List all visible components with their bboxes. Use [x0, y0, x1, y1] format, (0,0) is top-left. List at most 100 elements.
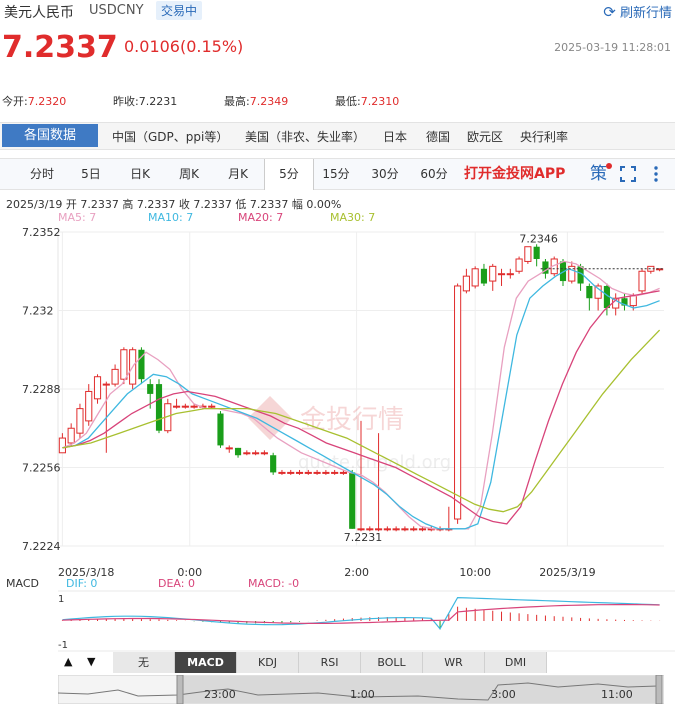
- candle-body: [349, 472, 356, 529]
- x-axis-labels: 2025/3/18 0:00 2:00 10:00 2025/3/19: [58, 566, 596, 579]
- watermark: 金投行情 quote.cngold.org: [248, 396, 451, 473]
- fullscreen-icon[interactable]: [620, 166, 636, 186]
- candle-body: [181, 405, 189, 408]
- max-price-label: 7.2346: [519, 233, 558, 246]
- candle: [217, 411, 224, 448]
- candle: [67, 423, 75, 446]
- range-navigator[interactable]: 23:00 1:00 3:00 11:00: [58, 675, 664, 704]
- candle-body: [93, 376, 102, 400]
- timestamp: 2025-03-19 11:28:01: [554, 41, 671, 54]
- candle: [647, 265, 655, 274]
- nav-central-bank-rate[interactable]: 央行利率: [520, 128, 568, 145]
- candle: [638, 268, 646, 294]
- tab-monthly[interactable]: 月K: [214, 159, 262, 189]
- indicator-none[interactable]: 无: [113, 652, 175, 673]
- scroll-up-arrow[interactable]: ▲: [64, 655, 72, 668]
- candle: [621, 293, 628, 311]
- price-change: 0.0106(0.15%): [124, 37, 244, 56]
- nav-usa[interactable]: 美国（非农、失业率）: [245, 128, 365, 145]
- candle: [515, 256, 523, 274]
- candle-body: [524, 246, 532, 262]
- tab-60min[interactable]: 60分: [410, 159, 458, 189]
- tab-5min[interactable]: 5分: [264, 159, 314, 190]
- nav-japan[interactable]: 日本: [383, 128, 407, 145]
- candle: [497, 268, 506, 286]
- candle-body: [515, 258, 523, 272]
- candle: [445, 506, 453, 532]
- tab-weekly[interactable]: 周K: [165, 159, 213, 189]
- scroll-down-arrow[interactable]: ▼: [87, 655, 95, 668]
- y-tick-label: 7.2224: [22, 540, 61, 553]
- candle-body: [366, 528, 374, 531]
- x-tick-label: 2:00: [344, 566, 369, 579]
- candle: [533, 244, 540, 267]
- min-price-label: 7.2231: [344, 531, 383, 544]
- nav-china[interactable]: 中国（GDP、ppi等）: [112, 128, 228, 145]
- candle-body: [383, 528, 391, 531]
- candle-body: [147, 384, 154, 394]
- macd-chart[interactable]: 1 -1: [0, 590, 675, 652]
- candle-body: [190, 405, 198, 408]
- status-badge: 交易中: [156, 1, 203, 20]
- candle-body: [243, 452, 251, 455]
- nav-eurozone[interactable]: 欧元区: [467, 128, 503, 145]
- indicator-kdj[interactable]: KDJ: [237, 652, 299, 673]
- navigator-window: [180, 676, 660, 703]
- candle-body: [304, 471, 312, 474]
- kline-chart[interactable]: 金投行情 quote.cngold.org 7.23527.2327.22887…: [0, 224, 675, 584]
- refresh-button[interactable]: ⟳ 刷新行情: [603, 2, 672, 21]
- candle: [129, 347, 137, 389]
- refresh-icon: ⟳: [603, 3, 616, 21]
- candle-body: [533, 246, 540, 259]
- dea-label: DEA: 0: [158, 577, 195, 590]
- ma20-label: MA20: 7: [238, 211, 284, 224]
- candle: [270, 452, 277, 475]
- stat-open-value: 7.2320: [27, 95, 67, 108]
- ma30-label: MA30: 7: [330, 211, 376, 224]
- candle: [243, 450, 251, 456]
- strategy-label: 策: [590, 164, 607, 184]
- tab-15min[interactable]: 15分: [312, 159, 360, 189]
- stat-low: 最低:7.2310: [335, 93, 399, 109]
- macd-value-label: MACD: -0: [248, 577, 300, 590]
- tab-30min[interactable]: 30分: [361, 159, 409, 189]
- indicator-wr[interactable]: WR: [423, 652, 485, 673]
- open-app-link[interactable]: 打开金投网APP: [464, 159, 565, 189]
- tab-5day[interactable]: 5日: [67, 159, 115, 189]
- candle: [506, 268, 514, 279]
- refresh-label: 刷新行情: [619, 6, 672, 21]
- candle-body: [462, 275, 470, 292]
- candle: [155, 379, 163, 434]
- nav-germany[interactable]: 德国: [426, 128, 450, 145]
- indicator-macd[interactable]: MACD: [175, 652, 237, 673]
- dif-line: [62, 596, 660, 630]
- stat-low-label: 最低:: [335, 95, 361, 108]
- nav-country-data[interactable]: 各国数据: [2, 124, 98, 147]
- tab-daily[interactable]: 日K: [116, 159, 164, 189]
- candle-body: [270, 455, 277, 473]
- strategy-button[interactable]: 策: [590, 159, 612, 189]
- candle: [612, 293, 620, 316]
- candle-body: [287, 471, 295, 474]
- y-axis-labels: 7.2352 7.232 7.2288 7.2256 7.2224: [22, 226, 61, 553]
- stat-low-value: 7.2310: [360, 95, 400, 108]
- more-options-icon[interactable]: [652, 166, 660, 186]
- tab-intraday[interactable]: 分时: [18, 159, 66, 189]
- stat-high-value: 7.2349: [249, 95, 289, 108]
- watermark-cn: 金投行情: [300, 405, 404, 435]
- candle: [524, 246, 532, 264]
- x-tick-label: 10:00: [459, 566, 491, 579]
- candle-body: [58, 437, 66, 454]
- candle: [489, 263, 497, 291]
- indicator-boll[interactable]: BOLL: [361, 652, 423, 673]
- candle: [568, 261, 576, 284]
- candle: [401, 526, 409, 532]
- candle: [252, 450, 260, 456]
- indicator-dmi[interactable]: DMI: [485, 652, 547, 673]
- candle: [383, 526, 391, 532]
- candle-body: [629, 295, 637, 307]
- candles: [58, 244, 664, 532]
- candle-body: [85, 390, 93, 422]
- instrument-code: USDCNY: [89, 3, 144, 18]
- indicator-rsi[interactable]: RSI: [299, 652, 361, 673]
